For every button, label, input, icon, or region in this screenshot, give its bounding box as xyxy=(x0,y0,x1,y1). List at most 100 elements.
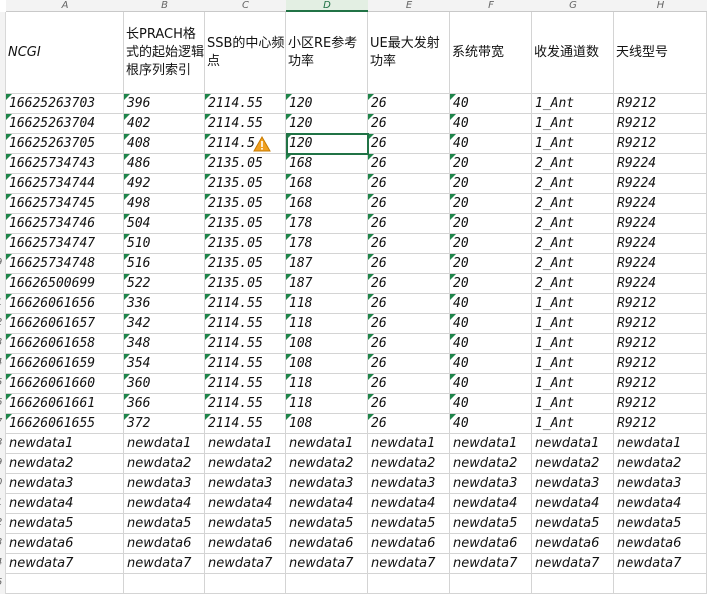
table-cell[interactable]: 1_Ant xyxy=(532,134,614,154)
table-cell[interactable]: 26 xyxy=(368,294,450,314)
table-cell[interactable]: 20 xyxy=(450,254,532,274)
table-cell[interactable]: 26 xyxy=(368,174,450,194)
table-cell[interactable]: 1_Ant xyxy=(532,414,614,434)
table-cell[interactable]: 20 xyxy=(450,154,532,174)
table-cell[interactable]: R9212 xyxy=(614,314,707,334)
table-cell[interactable]: 492 xyxy=(124,174,205,194)
table-cell[interactable]: 2_Ant xyxy=(532,234,614,254)
table-cell[interactable]: 354 xyxy=(124,354,205,374)
table-cell[interactable]: 26 xyxy=(368,274,450,294)
table-cell[interactable]: 2114.55 xyxy=(205,334,286,354)
table-cell[interactable]: 108 xyxy=(286,334,368,354)
table-cell[interactable] xyxy=(124,574,205,594)
table-cell[interactable]: 360 xyxy=(124,374,205,394)
table-cell[interactable]: 108 xyxy=(286,414,368,434)
table-cell[interactable]: newdata6 xyxy=(532,534,614,554)
table-cell[interactable]: newdata2 xyxy=(6,454,124,474)
column-header-a[interactable]: A xyxy=(6,0,124,12)
table-cell[interactable]: newdata6 xyxy=(286,534,368,554)
table-cell[interactable]: newdata5 xyxy=(450,514,532,534)
table-cell[interactable]: 2114.55 xyxy=(205,94,286,114)
table-cell[interactable]: newdata5 xyxy=(6,514,124,534)
table-cell[interactable]: 2_Ant xyxy=(532,274,614,294)
table-cell[interactable]: 16625734744 xyxy=(6,174,124,194)
table-cell[interactable]: 486 xyxy=(124,154,205,174)
table-cell[interactable]: 40 xyxy=(450,334,532,354)
table-cell[interactable]: 2135.05 xyxy=(205,234,286,254)
table-cell[interactable]: 1_Ant xyxy=(532,314,614,334)
header-cell-g[interactable]: 收发通道数 xyxy=(532,12,614,94)
table-cell[interactable]: 1_Ant xyxy=(532,354,614,374)
table-cell[interactable]: newdata7 xyxy=(532,554,614,574)
table-cell[interactable]: 20 xyxy=(450,274,532,294)
table-cell[interactable]: R9224 xyxy=(614,234,707,254)
table-cell[interactable]: 168 xyxy=(286,154,368,174)
table-cell[interactable]: 16626061656 xyxy=(6,294,124,314)
table-cell[interactable]: 16626061658 xyxy=(6,334,124,354)
table-cell[interactable]: 20 xyxy=(450,194,532,214)
table-cell[interactable]: 26 xyxy=(368,154,450,174)
table-cell[interactable]: 40 xyxy=(450,354,532,374)
table-cell[interactable]: 20 xyxy=(450,214,532,234)
table-cell[interactable]: newdata1 xyxy=(614,434,707,454)
table-cell[interactable]: 1_Ant xyxy=(532,114,614,134)
table-cell[interactable]: 2_Ant xyxy=(532,154,614,174)
table-cell[interactable]: newdata3 xyxy=(205,474,286,494)
table-cell[interactable]: 168 xyxy=(286,194,368,214)
table-cell[interactable]: newdata4 xyxy=(450,494,532,514)
table-cell[interactable]: 1_Ant xyxy=(532,94,614,114)
table-cell[interactable]: 522 xyxy=(124,274,205,294)
table-cell[interactable]: newdata6 xyxy=(6,534,124,554)
table-cell[interactable]: 16625734743 xyxy=(6,154,124,174)
table-cell[interactable]: 26 xyxy=(368,234,450,254)
table-cell[interactable]: newdata7 xyxy=(368,554,450,574)
table-cell[interactable]: 2114.55 xyxy=(205,414,286,434)
table-cell[interactable]: newdata4 xyxy=(205,494,286,514)
table-cell[interactable]: 40 xyxy=(450,314,532,334)
table-cell[interactable]: R9224 xyxy=(614,214,707,234)
table-cell[interactable]: 20 xyxy=(450,234,532,254)
table-cell[interactable]: R9212 xyxy=(614,114,707,134)
table-cell[interactable]: newdata2 xyxy=(205,454,286,474)
column-header-h[interactable]: H xyxy=(614,0,707,12)
table-cell[interactable]: 118 xyxy=(286,394,368,414)
table-cell[interactable]: newdata6 xyxy=(450,534,532,554)
table-cell[interactable]: 26 xyxy=(368,354,450,374)
table-cell[interactable]: 2135.05 xyxy=(205,174,286,194)
table-cell[interactable] xyxy=(368,574,450,594)
table-cell[interactable]: newdata5 xyxy=(532,514,614,534)
table-cell[interactable]: 26 xyxy=(368,374,450,394)
table-cell[interactable]: 26 xyxy=(368,414,450,434)
table-cell[interactable]: 16626061657 xyxy=(6,314,124,334)
table-cell[interactable]: 16625263705 xyxy=(6,134,124,154)
table-cell[interactable]: 2135.05 xyxy=(205,154,286,174)
table-cell[interactable]: newdata3 xyxy=(614,474,707,494)
table-cell[interactable]: 40 xyxy=(450,134,532,154)
table-cell[interactable]: newdata7 xyxy=(286,554,368,574)
table-cell[interactable]: 16625734745 xyxy=(6,194,124,214)
table-cell[interactable]: newdata2 xyxy=(614,454,707,474)
table-cell[interactable] xyxy=(205,574,286,594)
column-header-b[interactable]: B xyxy=(124,0,205,12)
column-header-f[interactable]: F xyxy=(450,0,532,12)
table-cell[interactable]: 187 xyxy=(286,254,368,274)
table-cell[interactable]: 120 xyxy=(286,94,368,114)
table-cell[interactable]: 2_Ant xyxy=(532,174,614,194)
table-cell[interactable]: newdata4 xyxy=(6,494,124,514)
table-cell[interactable]: R9212 xyxy=(614,334,707,354)
table-cell[interactable] xyxy=(532,574,614,594)
table-cell[interactable]: newdata4 xyxy=(368,494,450,514)
table-cell[interactable]: 396 xyxy=(124,94,205,114)
table-cell[interactable]: 16625734748 xyxy=(6,254,124,274)
table-cell[interactable]: 1_Ant xyxy=(532,334,614,354)
table-cell[interactable]: newdata5 xyxy=(286,514,368,534)
table-cell[interactable]: 26 xyxy=(368,134,450,154)
table-cell[interactable]: 16626061661 xyxy=(6,394,124,414)
table-cell[interactable]: 2114.55 xyxy=(205,114,286,134)
table-cell[interactable] xyxy=(6,574,124,594)
table-cell[interactable]: 2135.05 xyxy=(205,214,286,234)
table-cell[interactable]: 40 xyxy=(450,374,532,394)
table-cell[interactable]: newdata6 xyxy=(368,534,450,554)
table-cell[interactable]: newdata5 xyxy=(368,514,450,534)
table-cell[interactable]: 348 xyxy=(124,334,205,354)
